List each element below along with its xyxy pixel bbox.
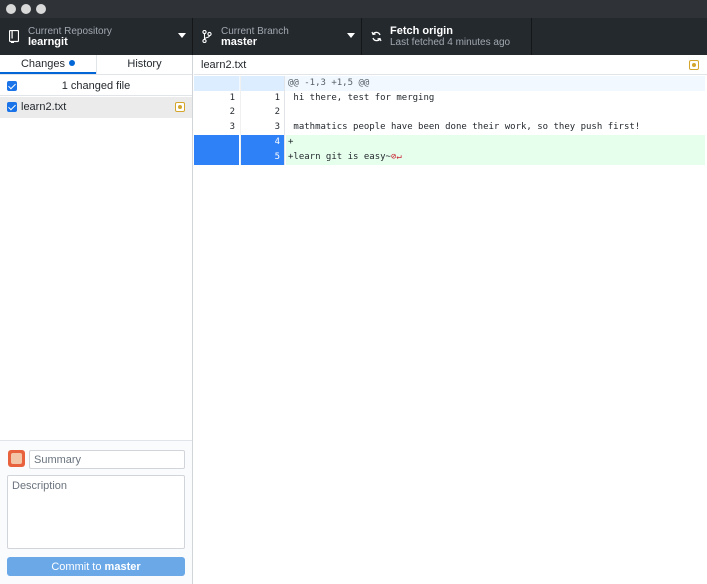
changes-sidebar: Changes History 1 changed file learn2.tx…: [0, 55, 193, 584]
chevron-down-icon: [178, 33, 186, 38]
old-line-number[interactable]: [194, 149, 239, 165]
new-line-number: 2: [240, 105, 284, 120]
list-item[interactable]: learn2.txt: [0, 97, 192, 118]
toolbar: Current Repository learngit Current Bran…: [0, 18, 707, 55]
new-line-number: 1: [240, 90, 284, 106]
diff-file-name: learn2.txt: [201, 59, 247, 71]
file-include-checkbox[interactable]: [7, 102, 17, 112]
tab-changes-label: Changes: [20, 58, 66, 70]
fetch-origin-button[interactable]: Fetch origin Last fetched 4 minutes ago: [362, 18, 532, 55]
diff-line-added[interactable]: 4 +: [194, 134, 705, 150]
avatar: [8, 450, 25, 467]
tab-history[interactable]: History: [96, 55, 192, 74]
diff-file-header: learn2.txt: [194, 55, 707, 75]
current-repository-value: learngit: [28, 35, 68, 48]
chevron-down-icon: [347, 33, 355, 38]
new-line-number: 3: [240, 119, 284, 135]
hunk-header-text: @@ -1,3 +1,5 @@: [288, 78, 370, 88]
commit-button[interactable]: Commit to master: [7, 557, 185, 576]
modified-icon: [689, 60, 699, 70]
no-newline-icon: ⊘↵: [390, 151, 402, 162]
branch-icon: [199, 30, 215, 43]
current-branch-button[interactable]: Current Branch master: [193, 18, 362, 55]
sync-icon: [368, 31, 384, 42]
description-input[interactable]: [7, 475, 185, 549]
diff-line-text: hi there, test for merging: [288, 92, 435, 103]
diff-line[interactable]: 2 2: [194, 105, 705, 120]
commit-button-branch: master: [104, 560, 141, 573]
changes-indicator-dot: [69, 60, 76, 66]
window-title-bar: [0, 0, 707, 18]
commit-panel: Commit to master: [0, 440, 192, 584]
current-repository-button[interactable]: Current Repository learngit: [0, 18, 193, 55]
diff-line-text: mathmatics people have been done their w…: [288, 121, 641, 132]
diff-line-text: +learn git is easy~: [288, 151, 391, 162]
current-repository-label: Current Repository: [28, 25, 112, 37]
old-line-number: 1: [229, 92, 235, 103]
repository-icon: [6, 30, 22, 43]
current-branch-label: Current Branch: [221, 25, 289, 37]
new-line-number[interactable]: 5: [240, 149, 284, 165]
commit-button-prefix: Commit to: [51, 560, 105, 573]
summary-input[interactable]: [29, 450, 185, 469]
changed-files-count: 1 changed file: [61, 80, 131, 92]
new-line-number[interactable]: 4: [240, 134, 284, 150]
diff-line[interactable]: 1 1 hi there, test for merging: [194, 90, 705, 106]
file-name: learn2.txt: [21, 101, 67, 113]
diff-line[interactable]: 3 3 mathmatics people have been done the…: [194, 119, 705, 135]
modified-icon: [175, 102, 185, 112]
fetch-origin-label: Fetch origin: [390, 24, 453, 37]
old-line-number[interactable]: [194, 134, 239, 150]
diff-line-text: [286, 105, 288, 120]
diff-line-added[interactable]: 5 +learn git is easy~⊘↵: [194, 149, 705, 165]
diff-hunk-header: @@ -1,3 +1,5 @@: [194, 76, 705, 91]
changed-files-header: 1 changed file: [0, 76, 192, 96]
current-branch-value: master: [221, 35, 258, 48]
zoom-window-button[interactable]: [36, 4, 46, 14]
close-window-button[interactable]: [6, 4, 16, 14]
diff-view: @@ -1,3 +1,5 @@ 1 1 hi there, test for m…: [194, 76, 705, 165]
diff-line-text: +: [286, 134, 705, 150]
last-fetched-status: Last fetched 4 minutes ago: [390, 36, 511, 48]
sidebar-tabs: Changes History: [0, 55, 192, 75]
old-line-number: 2: [229, 107, 235, 118]
old-line-number: 3: [229, 121, 235, 132]
tab-history-label: History: [127, 58, 162, 70]
tab-changes[interactable]: Changes: [0, 55, 96, 74]
minimize-window-button[interactable]: [21, 4, 31, 14]
